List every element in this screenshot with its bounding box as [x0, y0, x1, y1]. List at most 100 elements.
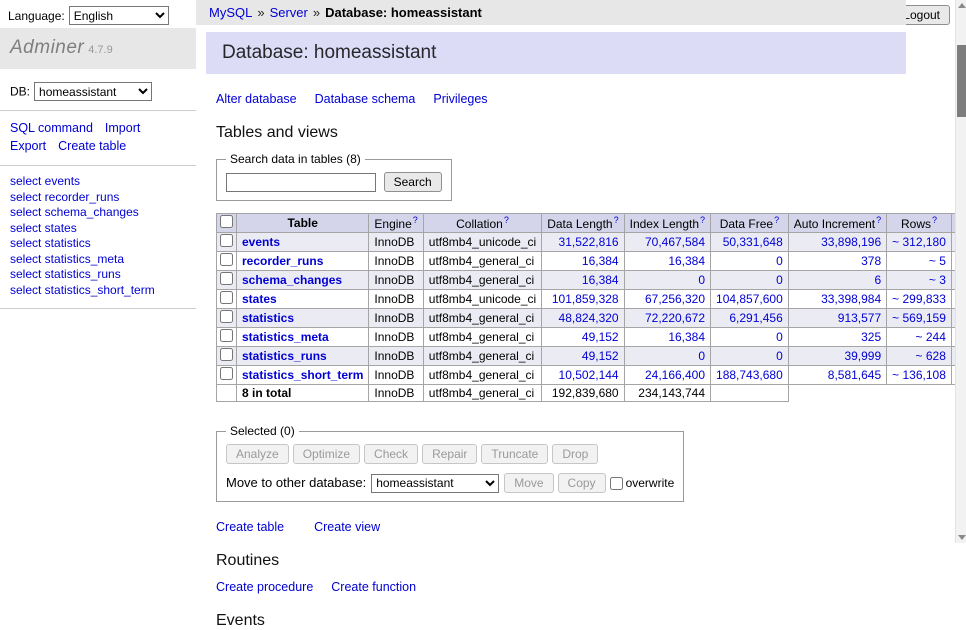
auto-increment-link[interactable]: 8,581,645	[828, 368, 881, 382]
help-link[interactable]: ?	[932, 215, 937, 225]
row-checkbox[interactable]	[220, 234, 233, 247]
data-length-link[interactable]: 16,384	[582, 254, 619, 268]
index-length-link[interactable]: 24,166,400	[645, 368, 705, 382]
data-length-link[interactable]: 16,384	[582, 273, 619, 287]
scrollbar-down-arrow[interactable]	[958, 535, 966, 540]
help-link[interactable]: ?	[700, 215, 705, 225]
data-length-link[interactable]: 31,522,816	[559, 235, 619, 249]
row-checkbox[interactable]	[220, 310, 233, 323]
help-link[interactable]: ?	[504, 215, 509, 225]
sidebar-table-link[interactable]: select statistics_meta	[10, 252, 186, 268]
rows-approx-link[interactable]: ~ 244	[916, 330, 946, 344]
help-link[interactable]: ?	[876, 215, 881, 225]
auto-increment-link[interactable]: 378	[861, 254, 881, 268]
rows-approx-link[interactable]: ~ 136,108	[892, 368, 946, 382]
data-free-link[interactable]: 50,331,648	[723, 235, 783, 249]
data-free-link[interactable]: 0	[776, 273, 783, 287]
db-select[interactable]: homeassistant	[34, 82, 152, 101]
data-free-link[interactable]: 0	[776, 330, 783, 344]
create-view-link[interactable]: Create view	[314, 520, 380, 534]
copy-button[interactable]: Copy	[558, 473, 606, 493]
db-action-link[interactable]: Database schema	[315, 92, 416, 106]
data-length-link[interactable]: 49,152	[582, 330, 619, 344]
table-name-link[interactable]: states	[242, 292, 277, 306]
index-length-link[interactable]: 70,467,584	[645, 235, 705, 249]
column-header-link[interactable]: Collation	[456, 217, 503, 231]
scrollbar-up-arrow[interactable]	[958, 3, 966, 8]
index-length-link[interactable]: 67,256,320	[645, 292, 705, 306]
rows-approx-link[interactable]: ~ 628	[916, 349, 946, 363]
db-action-link[interactable]: Privileges	[433, 92, 487, 106]
rows-approx-link[interactable]: ~ 299,833	[892, 292, 946, 306]
rows-approx-link[interactable]: ~ 3	[929, 273, 946, 287]
index-length-link[interactable]: 0	[698, 273, 705, 287]
language-select[interactable]: English	[69, 6, 169, 25]
db-action-link[interactable]: Alter database	[216, 92, 297, 106]
create-procedure-link[interactable]: Create procedure	[216, 580, 313, 594]
sidebar-table-link[interactable]: select schema_changes	[10, 205, 186, 221]
row-checkbox[interactable]	[220, 291, 233, 304]
rows-approx-link[interactable]: ~ 569,159	[892, 311, 946, 325]
overwrite-checkbox[interactable]	[610, 477, 623, 490]
data-length-link[interactable]: 10,502,144	[559, 368, 619, 382]
select-all-checkbox[interactable]	[220, 215, 233, 228]
data-free-link[interactable]: 104,857,600	[716, 292, 783, 306]
table-name-link[interactable]: statistics_short_term	[242, 368, 363, 382]
auto-increment-link[interactable]: 33,398,984	[821, 292, 881, 306]
table-name-link[interactable]: schema_changes	[242, 273, 342, 287]
column-header-link[interactable]: Rows	[901, 217, 931, 231]
search-button[interactable]: Search	[384, 172, 442, 192]
help-link[interactable]: ?	[413, 215, 418, 225]
truncate-button[interactable]: Truncate	[481, 444, 548, 464]
import-link[interactable]: Import	[105, 121, 140, 135]
index-length-link[interactable]: 0	[698, 349, 705, 363]
drop-button[interactable]: Drop	[552, 444, 598, 464]
repair-button[interactable]: Repair	[422, 444, 477, 464]
column-header-link[interactable]: Engine	[374, 217, 411, 231]
data-length-link[interactable]: 49,152	[582, 349, 619, 363]
data-free-link[interactable]: 6,291,456	[729, 311, 782, 325]
sidebar-table-link[interactable]: select events	[10, 174, 186, 190]
column-header-link[interactable]: Data Length	[547, 217, 612, 231]
index-length-link[interactable]: 72,220,672	[645, 311, 705, 325]
data-length-link[interactable]: 101,859,328	[552, 292, 619, 306]
help-link[interactable]: ?	[614, 215, 619, 225]
index-length-link[interactable]: 16,384	[668, 254, 705, 268]
row-checkbox[interactable]	[220, 253, 233, 266]
data-free-link[interactable]: 188,743,680	[716, 368, 783, 382]
table-name-link[interactable]: statistics_runs	[242, 349, 327, 363]
sidebar-table-link[interactable]: select recorder_runs	[10, 190, 186, 206]
column-header-link[interactable]: Table	[287, 216, 317, 230]
sidebar-table-link[interactable]: select statistics_runs	[10, 267, 186, 283]
data-free-link[interactable]: 0	[776, 349, 783, 363]
create-function-link[interactable]: Create function	[331, 580, 416, 594]
move-button[interactable]: Move	[504, 473, 553, 493]
sidebar-table-link[interactable]: select statistics_short_term	[10, 283, 186, 299]
column-header-link[interactable]: Data Free	[720, 217, 773, 231]
auto-increment-link[interactable]: 39,999	[844, 349, 881, 363]
column-header-link[interactable]: Index Length	[630, 217, 699, 231]
optimize-button[interactable]: Optimize	[293, 444, 360, 464]
move-db-select[interactable]: homeassistant	[371, 474, 499, 493]
sidebar-table-link[interactable]: select statistics	[10, 236, 186, 252]
row-checkbox[interactable]	[220, 329, 233, 342]
row-checkbox[interactable]	[220, 348, 233, 361]
help-link[interactable]: ?	[774, 215, 779, 225]
table-name-link[interactable]: recorder_runs	[242, 254, 323, 268]
row-checkbox[interactable]	[220, 272, 233, 285]
create-table-link-sidebar[interactable]: Create table	[58, 139, 126, 153]
rows-approx-link[interactable]: ~ 5	[929, 254, 946, 268]
table-name-link[interactable]: statistics	[242, 311, 294, 325]
search-input[interactable]	[226, 173, 376, 192]
analyze-button[interactable]: Analyze	[226, 444, 289, 464]
auto-increment-link[interactable]: 325	[861, 330, 881, 344]
index-length-link[interactable]: 16,384	[668, 330, 705, 344]
sidebar-table-link[interactable]: select states	[10, 221, 186, 237]
export-link[interactable]: Export	[10, 139, 46, 153]
table-name-link[interactable]: events	[242, 235, 280, 249]
row-checkbox[interactable]	[220, 367, 233, 380]
check-button[interactable]: Check	[364, 444, 418, 464]
table-name-link[interactable]: statistics_meta	[242, 330, 329, 344]
create-table-link[interactable]: Create table	[216, 520, 284, 534]
rows-approx-link[interactable]: ~ 312,180	[892, 235, 946, 249]
